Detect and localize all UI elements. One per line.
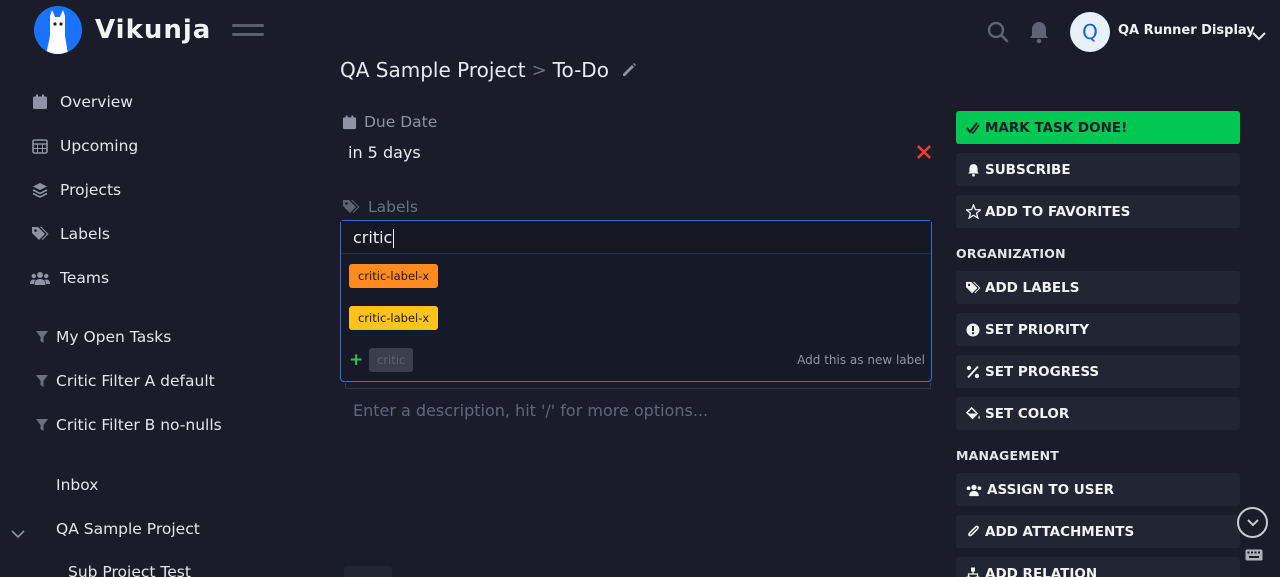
pencil-icon[interactable] bbox=[621, 62, 637, 78]
new-label-hint: Add this as new label bbox=[797, 353, 925, 367]
filter-icon bbox=[36, 374, 48, 388]
keyboard-icon[interactable] bbox=[1245, 546, 1263, 561]
sidebar-project-inbox[interactable]: Inbox bbox=[56, 476, 98, 494]
set-color-button[interactable]: SET COLOR bbox=[956, 397, 1240, 430]
app-name: Vikunja bbox=[95, 15, 212, 45]
sidebar-item-label: Critic Filter B no-nulls bbox=[56, 416, 222, 434]
sitemap-icon bbox=[965, 566, 981, 577]
check-double-icon bbox=[965, 120, 981, 136]
sidebar-item-labels[interactable]: Labels bbox=[30, 224, 110, 244]
sidebar-item-label: Labels bbox=[60, 225, 110, 243]
star-icon bbox=[965, 204, 981, 220]
label-result-chip[interactable]: critic-label-x bbox=[349, 306, 439, 330]
set-progress-button[interactable]: SET PROGRESS bbox=[956, 355, 1240, 388]
sidebar-item-label: Teams bbox=[60, 269, 110, 287]
set-priority-button[interactable]: SET PRIORITY bbox=[956, 313, 1240, 346]
management-heading: MANAGEMENT bbox=[956, 448, 1060, 463]
breadcrumb: QA Sample Project > To-Do bbox=[340, 58, 637, 82]
label-search-input[interactable]: critic bbox=[341, 221, 931, 254]
sidebar-filter-critic-a[interactable]: Critic Filter A default bbox=[36, 372, 215, 390]
labels-heading: Labels bbox=[342, 198, 418, 216]
exclamation-icon bbox=[965, 322, 981, 338]
filter-icon bbox=[36, 418, 48, 432]
new-label-chip: critic bbox=[369, 348, 414, 372]
sidebar-item-label: Projects bbox=[60, 181, 122, 199]
sidebar-project-sub[interactable]: Sub Project Test bbox=[68, 563, 191, 577]
sidebar-item-overview[interactable]: Overview bbox=[30, 92, 133, 112]
bell-icon bbox=[965, 162, 981, 178]
percent-icon bbox=[965, 364, 981, 380]
close-icon[interactable] bbox=[916, 144, 932, 160]
avatar[interactable]: Q bbox=[1070, 12, 1110, 52]
add-labels-button[interactable]: ADD LABELS bbox=[956, 271, 1240, 304]
users-icon bbox=[965, 482, 983, 498]
add-relation-button[interactable]: ADD RELATION bbox=[956, 557, 1240, 577]
calendar-icon bbox=[342, 114, 357, 130]
filter-icon bbox=[36, 330, 48, 344]
label-search-dropdown: critic critic-label-x critic-label-x + c… bbox=[340, 220, 932, 382]
search-icon[interactable] bbox=[986, 20, 1010, 44]
sidebar-item-label: Upcoming bbox=[60, 137, 139, 155]
tags-icon bbox=[342, 199, 360, 215]
due-date-value[interactable]: in 5 days bbox=[348, 143, 421, 162]
plus-icon: + bbox=[349, 350, 364, 370]
mark-done-button[interactable]: MARK TASK DONE! bbox=[956, 111, 1240, 144]
calendar-icon bbox=[30, 92, 50, 112]
sidebar-item-teams[interactable]: Teams bbox=[30, 268, 109, 288]
organization-heading: ORGANIZATION bbox=[956, 246, 1066, 261]
app-logo[interactable]: Vikunja bbox=[34, 6, 211, 54]
sidebar-filter-critic-b[interactable]: Critic Filter B no-nulls bbox=[36, 416, 222, 434]
due-date-heading: Due Date bbox=[342, 113, 437, 131]
tags-icon bbox=[965, 280, 981, 296]
username[interactable]: QA Runner Display bbox=[1118, 23, 1255, 38]
add-attachments-button[interactable]: ADD ATTACHMENTS bbox=[956, 515, 1240, 548]
label-result-chip[interactable]: critic-label-x bbox=[349, 264, 439, 288]
sidebar-item-label: Critic Filter A default bbox=[56, 372, 215, 390]
breadcrumb-project[interactable]: QA Sample Project bbox=[340, 58, 526, 82]
sidebar-filter-my-open-tasks[interactable]: My Open Tasks bbox=[36, 328, 171, 346]
sidebar-item-projects[interactable]: Projects bbox=[30, 180, 121, 200]
layers-icon bbox=[30, 180, 50, 200]
chevron-down-icon[interactable] bbox=[11, 524, 25, 539]
description-editor[interactable]: Enter a description, hit '/' for more op… bbox=[353, 401, 708, 420]
chevron-down-icon[interactable] bbox=[1252, 26, 1266, 41]
sidebar-item-upcoming[interactable]: Upcoming bbox=[30, 136, 138, 156]
users-icon bbox=[30, 268, 50, 288]
subscribe-button[interactable]: SUBSCRIBE bbox=[956, 153, 1240, 186]
tags-icon bbox=[30, 224, 50, 244]
sidebar-project-qa-sample[interactable]: QA Sample Project bbox=[56, 520, 200, 538]
llama-logo-icon bbox=[34, 6, 82, 54]
favorite-button[interactable]: ADD TO FAVORITES bbox=[956, 195, 1240, 228]
breadcrumb-separator: > bbox=[531, 59, 547, 81]
task-title[interactable]: To-Do bbox=[553, 58, 609, 82]
scroll-down-button[interactable] bbox=[1237, 507, 1268, 538]
menu-toggle-icon[interactable] bbox=[232, 24, 264, 40]
bell-icon[interactable] bbox=[1028, 20, 1050, 44]
assign-user-button[interactable]: ASSIGN TO USER bbox=[956, 473, 1240, 506]
sidebar-item-label: Overview bbox=[60, 93, 133, 111]
calendar-grid-icon bbox=[30, 136, 50, 156]
paperclip-icon bbox=[965, 524, 981, 540]
sidebar-item-label: My Open Tasks bbox=[56, 328, 172, 346]
comment-button-stub[interactable] bbox=[344, 566, 392, 577]
divider bbox=[345, 381, 931, 389]
paint-bucket-icon bbox=[965, 406, 981, 422]
create-new-label-option[interactable]: + critic Add this as new label bbox=[349, 347, 925, 373]
